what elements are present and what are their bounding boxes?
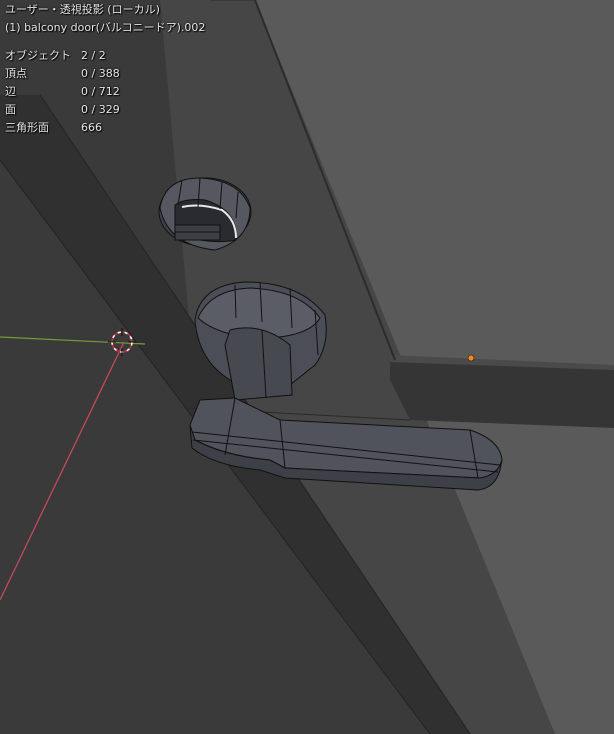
view-name-label: ユーザー・透視投影 (ローカル) [5, 3, 160, 16]
stat-faces-label: 面 [5, 103, 16, 116]
stat-faces-value: 0 / 329 [81, 103, 120, 116]
stat-objects-value: 2 / 2 [81, 49, 106, 62]
object-name-label: (1) balcony door(バルコニードア).002 [5, 21, 206, 34]
stat-vertices-value: 0 / 388 [81, 67, 120, 80]
stat-vertices-label: 頂点 [5, 67, 27, 80]
stat-triangles-value: 666 [81, 121, 102, 134]
stat-objects-label: オブジェクト [5, 49, 71, 62]
object-origin[interactable] [467, 354, 475, 362]
stat-triangles-label: 三角形面 [5, 121, 49, 134]
stat-edges-label: 辺 [5, 85, 16, 98]
door-frame-bar [390, 360, 614, 428]
stat-edges-value: 0 / 712 [81, 85, 120, 98]
